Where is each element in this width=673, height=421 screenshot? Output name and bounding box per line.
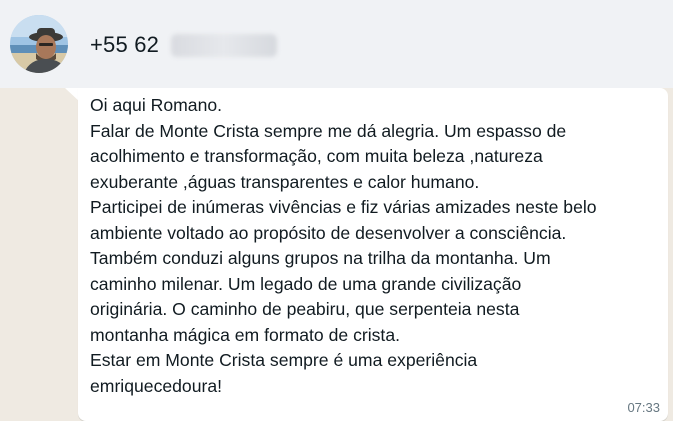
message-line: ambiente voltado ao propósito de desenvo… [90, 222, 567, 243]
message-line: Falar de Monte Crista sempre me dá alegr… [90, 120, 567, 141]
message-line: Também conduzi alguns grupos na trilha d… [90, 248, 551, 268]
contact-number-redacted: 9651-8782 [171, 34, 277, 57]
profile-photo-icon [10, 15, 68, 73]
avatar[interactable] [10, 15, 68, 73]
chat-area: Oi aqui Romano. Falar de Monte Crista se… [0, 88, 673, 421]
message-line: caminho milenar. Um legado de uma grande… [90, 273, 522, 294]
message-line: originária. O caminho de peabiru, que se… [90, 299, 520, 319]
contact-number-prefix: +55 62 [90, 32, 160, 57]
message-line: acolhimento e transformação, com muita b… [90, 146, 543, 166]
message-line: Participei de inúmeras vivências e fiz v… [90, 197, 597, 217]
message-bubble[interactable]: Oi aqui Romano. Falar de Monte Crista se… [78, 88, 668, 421]
message-line: emriquecedoura! [90, 375, 223, 396]
chat-header: +55 62 9651-8782 [0, 0, 673, 88]
message-line: Estar em Monte Crista sempre é uma exper… [90, 350, 478, 370]
message-line: exuberante ,águas transparentes e calor … [90, 171, 480, 192]
message-line: montanha mágica em formato de crista. [90, 324, 400, 345]
message-line: Oi aqui Romano. [90, 95, 223, 115]
contact-name[interactable]: +55 62 9651-8782 [90, 32, 277, 58]
message-timestamp: 07:33 [627, 400, 660, 415]
